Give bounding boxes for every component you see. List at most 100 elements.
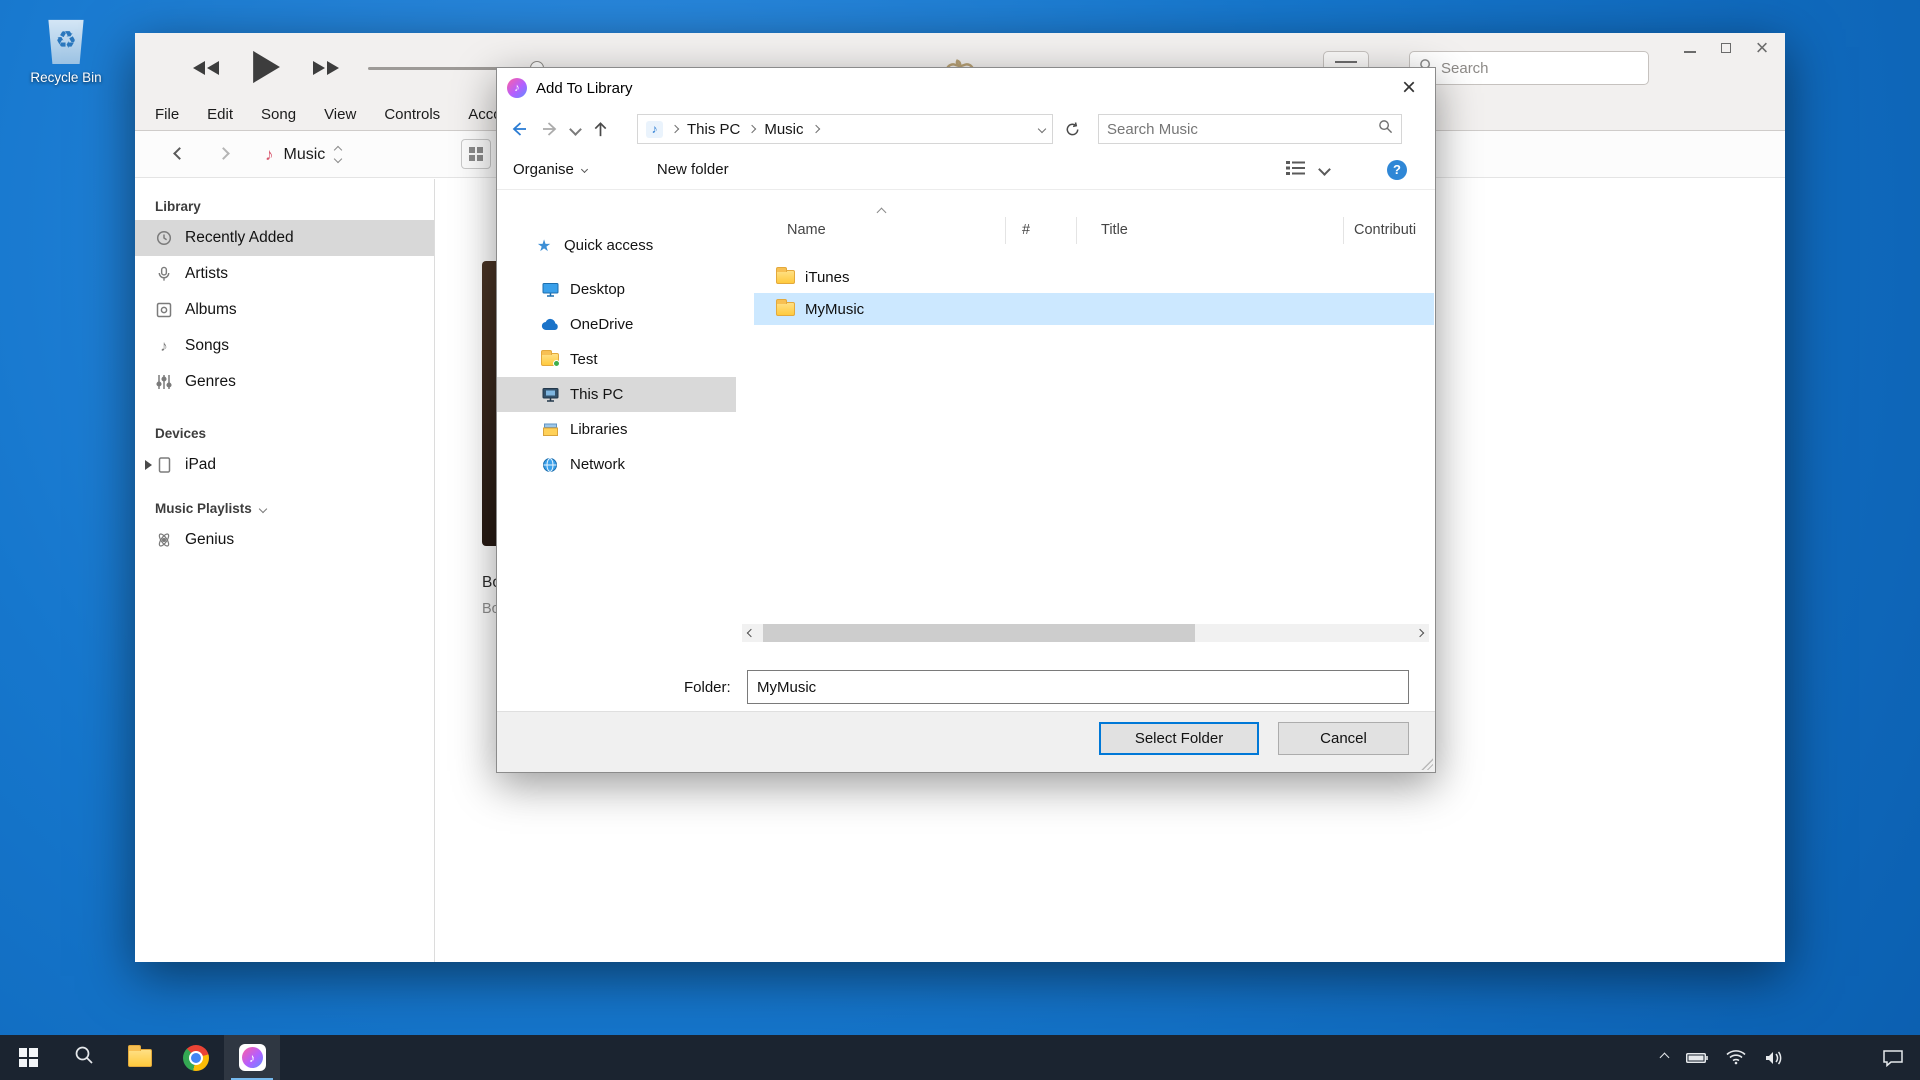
back-button[interactable] [173,147,186,160]
show-hidden-icons-button[interactable] [1661,1054,1668,1061]
sidebar-item-albums[interactable]: Albums [135,292,434,328]
scroll-left-button[interactable] [742,624,760,642]
maximize-button[interactable] [1719,41,1733,55]
dialog-content: ★ Quick access Desktop OneDrive [497,190,1435,644]
nav-item-quick-access[interactable]: ★ Quick access [497,228,736,263]
column-divider[interactable] [1005,217,1006,244]
organise-menu-button[interactable]: Organise [513,161,587,178]
action-center-button[interactable] [1882,1049,1904,1067]
play-button[interactable] [251,49,281,85]
menu-controls[interactable]: Controls [384,106,440,123]
breadcrumb-this-pc[interactable]: This PC [687,121,740,138]
sidebar-item-recently-added[interactable]: Recently Added [135,220,434,256]
sidebar-item-artists[interactable]: Artists [135,256,434,292]
search-icon [1378,119,1393,139]
dialog-toolbar: Organise New folder ? [497,150,1435,190]
breadcrumb-separator-icon [811,125,819,133]
dialog-search-box[interactable] [1098,114,1402,144]
nav-item-desktop[interactable]: Desktop [497,272,736,307]
resize-grip[interactable] [1420,757,1433,770]
minimize-button[interactable] [1683,41,1697,55]
column-divider[interactable] [1076,217,1077,244]
refresh-button[interactable] [1064,121,1081,138]
file-row-mymusic[interactable]: MyMusic [754,293,1434,325]
nav-item-label: Test [570,351,598,368]
ipad-icon [155,457,173,473]
dialog-navigation-bar: ♪ This PC Music [497,108,1435,150]
address-bar[interactable]: ♪ This PC Music [637,114,1053,144]
sidebar-item-ipad[interactable]: iPad [135,447,434,483]
menu-file[interactable]: File [155,106,179,123]
sidebar-item-songs[interactable]: ♪ Songs [135,328,434,364]
dialog-titlebar[interactable]: ♪ Add To Library × [497,68,1435,108]
battery-icon[interactable] [1686,1052,1708,1064]
horizontal-scrollbar[interactable] [742,624,1429,642]
fast-forward-button[interactable] [311,60,341,76]
folder-name-input[interactable] [747,670,1409,704]
forward-button[interactable] [217,147,230,160]
view-switcher-button[interactable] [461,139,491,169]
system-tray [1661,1049,1920,1067]
chrome-button[interactable] [168,1035,224,1080]
itunes-taskbar-button[interactable]: ♪ [224,1035,280,1080]
start-button[interactable] [0,1035,56,1080]
rewind-button[interactable] [191,60,221,76]
volume-icon[interactable] [1764,1050,1784,1066]
star-icon: ★ [535,236,553,256]
nav-item-onedrive[interactable]: OneDrive [497,307,736,342]
sidebar-item-genres[interactable]: Genres [135,364,434,400]
sidebar-item-label: Songs [185,337,229,355]
cancel-button[interactable]: Cancel [1278,722,1409,755]
close-button[interactable]: × [1755,41,1769,55]
column-divider[interactable] [1343,217,1344,244]
nav-item-label: Network [570,456,625,473]
media-picker-label: Music [284,146,326,164]
sidebar-item-genius[interactable]: Genius [135,522,434,558]
scrollbar-thumb[interactable] [763,624,1195,642]
dialog-search-input[interactable] [1107,121,1372,138]
column-name[interactable]: Name [787,222,826,238]
menu-song[interactable]: Song [261,106,296,123]
column-contributing-artists[interactable]: Contributi [1354,222,1416,238]
nav-item-libraries[interactable]: Libraries [497,412,736,447]
menu-view[interactable]: View [324,106,356,123]
new-folder-button[interactable]: New folder [657,161,729,178]
nav-item-network[interactable]: Network [497,447,736,482]
column-title[interactable]: Title [1101,222,1128,238]
breadcrumb-separator-icon [748,125,756,133]
dialog-close-button[interactable]: × [1383,68,1435,108]
back-button[interactable] [509,119,529,139]
scroll-right-button[interactable] [1411,624,1429,642]
up-button[interactable] [591,120,610,139]
help-button[interactable]: ? [1387,160,1407,180]
itunes-sidebar: Library Recently Added Artists [135,179,435,962]
media-picker-stepper[interactable] [335,147,341,162]
nav-item-test[interactable]: Test [497,342,736,377]
itunes-search-box[interactable] [1409,51,1649,85]
select-folder-button[interactable]: Select Folder [1099,722,1259,755]
disclosure-triangle-icon[interactable] [145,460,152,470]
breadcrumb-music[interactable]: Music [764,121,803,138]
nav-item-this-pc[interactable]: This PC [497,377,736,412]
forward-button[interactable] [540,119,560,139]
cloud-icon [541,318,559,331]
file-explorer-button[interactable] [112,1035,168,1080]
music-playlists-header[interactable]: Music Playlists [155,501,434,516]
media-picker[interactable]: ♪ Music [265,139,341,170]
taskbar-search-button[interactable] [56,1035,112,1080]
sort-ascending-icon [877,208,887,218]
wifi-icon[interactable] [1726,1050,1746,1065]
view-options-dropdown-icon[interactable] [1318,163,1331,176]
folder-navigation-pane: ★ Quick access Desktop OneDrive [497,190,736,644]
folder-icon [776,302,795,316]
file-row-itunes[interactable]: iTunes [754,261,1434,293]
column-number[interactable]: # [1022,222,1030,238]
details-view-icon[interactable] [1286,160,1306,180]
address-dropdown-icon[interactable] [1038,125,1046,133]
sidebar-item-label: iPad [185,456,216,474]
recycle-bin-desktop-icon[interactable]: ♻ Recycle Bin [18,16,114,85]
menu-edit[interactable]: Edit [207,106,233,123]
itunes-search-input[interactable] [1441,60,1640,77]
chevron-down-icon [259,504,267,512]
recent-locations-dropdown[interactable] [569,123,582,136]
